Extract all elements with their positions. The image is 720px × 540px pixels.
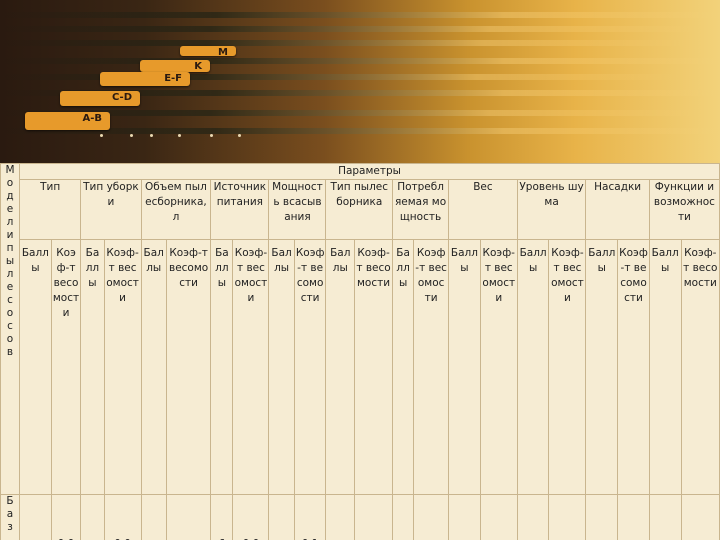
subheader-weight: Коэф-т весомости: [617, 239, 650, 495]
models-header: Модели пылесосов: [5, 164, 15, 359]
table-cell: [413, 494, 450, 540]
folder-tab: K: [140, 60, 210, 72]
subheader-weight: Коэф-т весомости: [354, 239, 394, 495]
table-cell: [19, 494, 52, 540]
column-header: Источник питания: [210, 179, 270, 240]
folder-tab: C-D: [60, 91, 140, 106]
table-cell: [80, 494, 105, 540]
streak: [0, 26, 700, 32]
subheader-weight: Коэф-т весомости: [293, 239, 327, 495]
subheader-points: Баллы: [448, 239, 481, 495]
column-header: Объем пылесборника, л: [140, 179, 212, 240]
table-cell: 0,0: [50, 494, 82, 540]
dot: [150, 134, 153, 137]
table-cell: [448, 494, 481, 540]
subheader-points: Баллы: [268, 239, 295, 495]
table-cell: 0,0: [232, 494, 270, 540]
streak: [0, 58, 720, 64]
header-banner-image: M K E-F C-D A-B: [0, 0, 720, 163]
subheader-weight: Коэф-т весомости: [103, 239, 142, 495]
table-cell: [548, 494, 587, 540]
dot: [238, 134, 241, 137]
subheader-points: Баллы: [210, 239, 234, 495]
table-cell: [648, 494, 682, 540]
column-header: Потребляемая мощность: [392, 179, 450, 240]
subheader-weight: Коэф-т весомости: [479, 239, 518, 495]
dot: [210, 134, 213, 137]
subheader-weight: Коэф-т весомости: [548, 239, 587, 495]
subheader-points: Баллы: [516, 239, 550, 495]
table-cell: [165, 494, 212, 540]
subheader-points: Баллы: [19, 239, 52, 495]
column-header: Тип уборки: [80, 179, 142, 240]
folder-tab: M: [180, 46, 236, 58]
table-cell: 0,1: [293, 494, 327, 540]
column-header: Насадки: [585, 179, 650, 240]
corner-header-cell: Модели пылесосов: [0, 163, 21, 495]
column-header: Тип пылесборника: [325, 179, 394, 240]
table-cell: 6: [210, 494, 234, 540]
table-cell: [680, 494, 720, 540]
model-name-cell: Баз: [0, 494, 21, 540]
table-cell: [617, 494, 650, 540]
subheader-points: Баллы: [648, 239, 682, 495]
streak: [0, 12, 720, 18]
column-header-row: Тип Тип уборки Объем пылесборника, л Источн…: [1, 179, 720, 240]
table-row: Баз 0,00,060,00,1: [0, 494, 720, 540]
subheader-points: Баллы: [325, 239, 356, 495]
column-header: Тип: [19, 179, 82, 240]
table-cell: [516, 494, 550, 540]
table-cell: [392, 494, 415, 540]
subheader-points: Баллы: [585, 239, 619, 495]
folder-tab: A-B: [25, 112, 110, 130]
folder-tab: E-F: [100, 72, 190, 86]
comparison-table: Модели пылесосов Параметры Тип Тип уборки…: [0, 163, 720, 540]
subheader-weight: Коэф-т весомости: [165, 239, 212, 495]
subheader-points: Баллы: [392, 239, 415, 495]
table-cell: [140, 494, 167, 540]
table-cell: [268, 494, 295, 540]
streak: [0, 40, 690, 46]
column-header: Вес: [448, 179, 518, 240]
dot: [100, 134, 103, 137]
table-cell: 0,0: [103, 494, 142, 540]
subheader-weight: Коэф-т весомости: [232, 239, 270, 495]
subheader-row: Баллы Коэф-т весомости Баллы Коэф-т весомос…: [1, 239, 720, 495]
table-cell: [325, 494, 356, 540]
column-header: Уровень шума: [516, 179, 587, 240]
comparison-table-container: Модели пылесосов Параметры Тип Тип уборки…: [0, 163, 720, 540]
table-cell: [354, 494, 394, 540]
subheader-points: Баллы: [80, 239, 105, 495]
dot: [130, 134, 133, 137]
subheader-weight: Коэф-т весомости: [50, 239, 82, 495]
subheader-weight: Коэф-т весомости: [680, 239, 720, 495]
table-cell: [585, 494, 619, 540]
column-header: Мощность всасывания: [268, 179, 327, 240]
subheader-weight: Коэф-т весомости: [413, 239, 450, 495]
column-header: Функции и возможности: [648, 179, 720, 240]
subheader-points: Баллы: [140, 239, 167, 495]
table-cell: [479, 494, 518, 540]
dot: [178, 134, 181, 137]
parameters-header: Параметры: [19, 163, 720, 180]
